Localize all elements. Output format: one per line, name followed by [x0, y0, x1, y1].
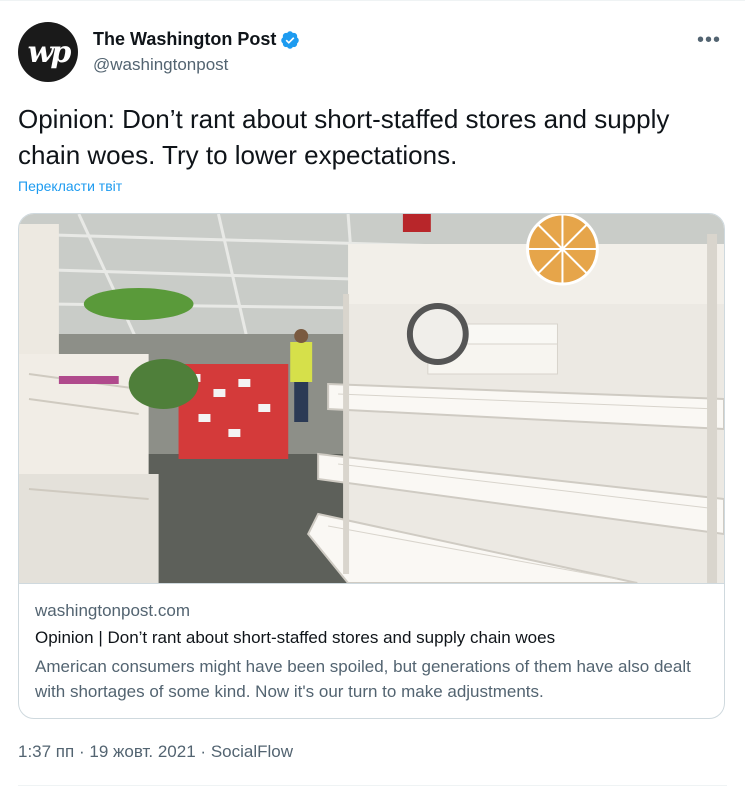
- meta-separator-2: ·: [200, 742, 207, 761]
- display-name[interactable]: The Washington Post: [93, 29, 276, 50]
- verified-badge-icon: [281, 30, 300, 49]
- tweet-text: Opinion: Don’t rant about short-staffed …: [18, 104, 670, 170]
- translate-tweet-link[interactable]: Перекласти твіт: [18, 178, 122, 194]
- card-domain: washingtonpost.com: [35, 601, 190, 620]
- tweet-date[interactable]: 19 жовт. 2021: [89, 742, 195, 761]
- tweet: wp The Washington Post @washingtonpost •…: [0, 0, 745, 801]
- tweet-source[interactable]: SocialFlow: [211, 742, 293, 761]
- author-block: The Washington Post @washingtonpost: [93, 29, 300, 75]
- tweet-time[interactable]: 1:37 пп: [18, 742, 74, 761]
- card-body: washingtonpost.com Opinion | Don’t rant …: [19, 601, 724, 704]
- more-options-icon[interactable]: •••: [697, 29, 721, 52]
- name-row: The Washington Post: [93, 29, 300, 50]
- link-card[interactable]: washingtonpost.com Opinion | Don’t rant …: [18, 213, 725, 719]
- store-empty-shelves-photo[interactable]: [19, 214, 724, 584]
- card-description: American consumers might have been spoil…: [35, 657, 691, 701]
- divider: [18, 785, 727, 786]
- handle[interactable]: @washingtonpost: [93, 55, 300, 75]
- card-title: Opinion | Don’t rant about short-staffed…: [35, 628, 556, 647]
- tweet-meta: 1:37 пп · 19 жовт. 2021 · SocialFlow: [18, 742, 293, 762]
- meta-separator: ·: [78, 742, 85, 761]
- avatar[interactable]: wp: [18, 22, 78, 82]
- tweet-header: wp The Washington Post @washingtonpost: [18, 22, 300, 82]
